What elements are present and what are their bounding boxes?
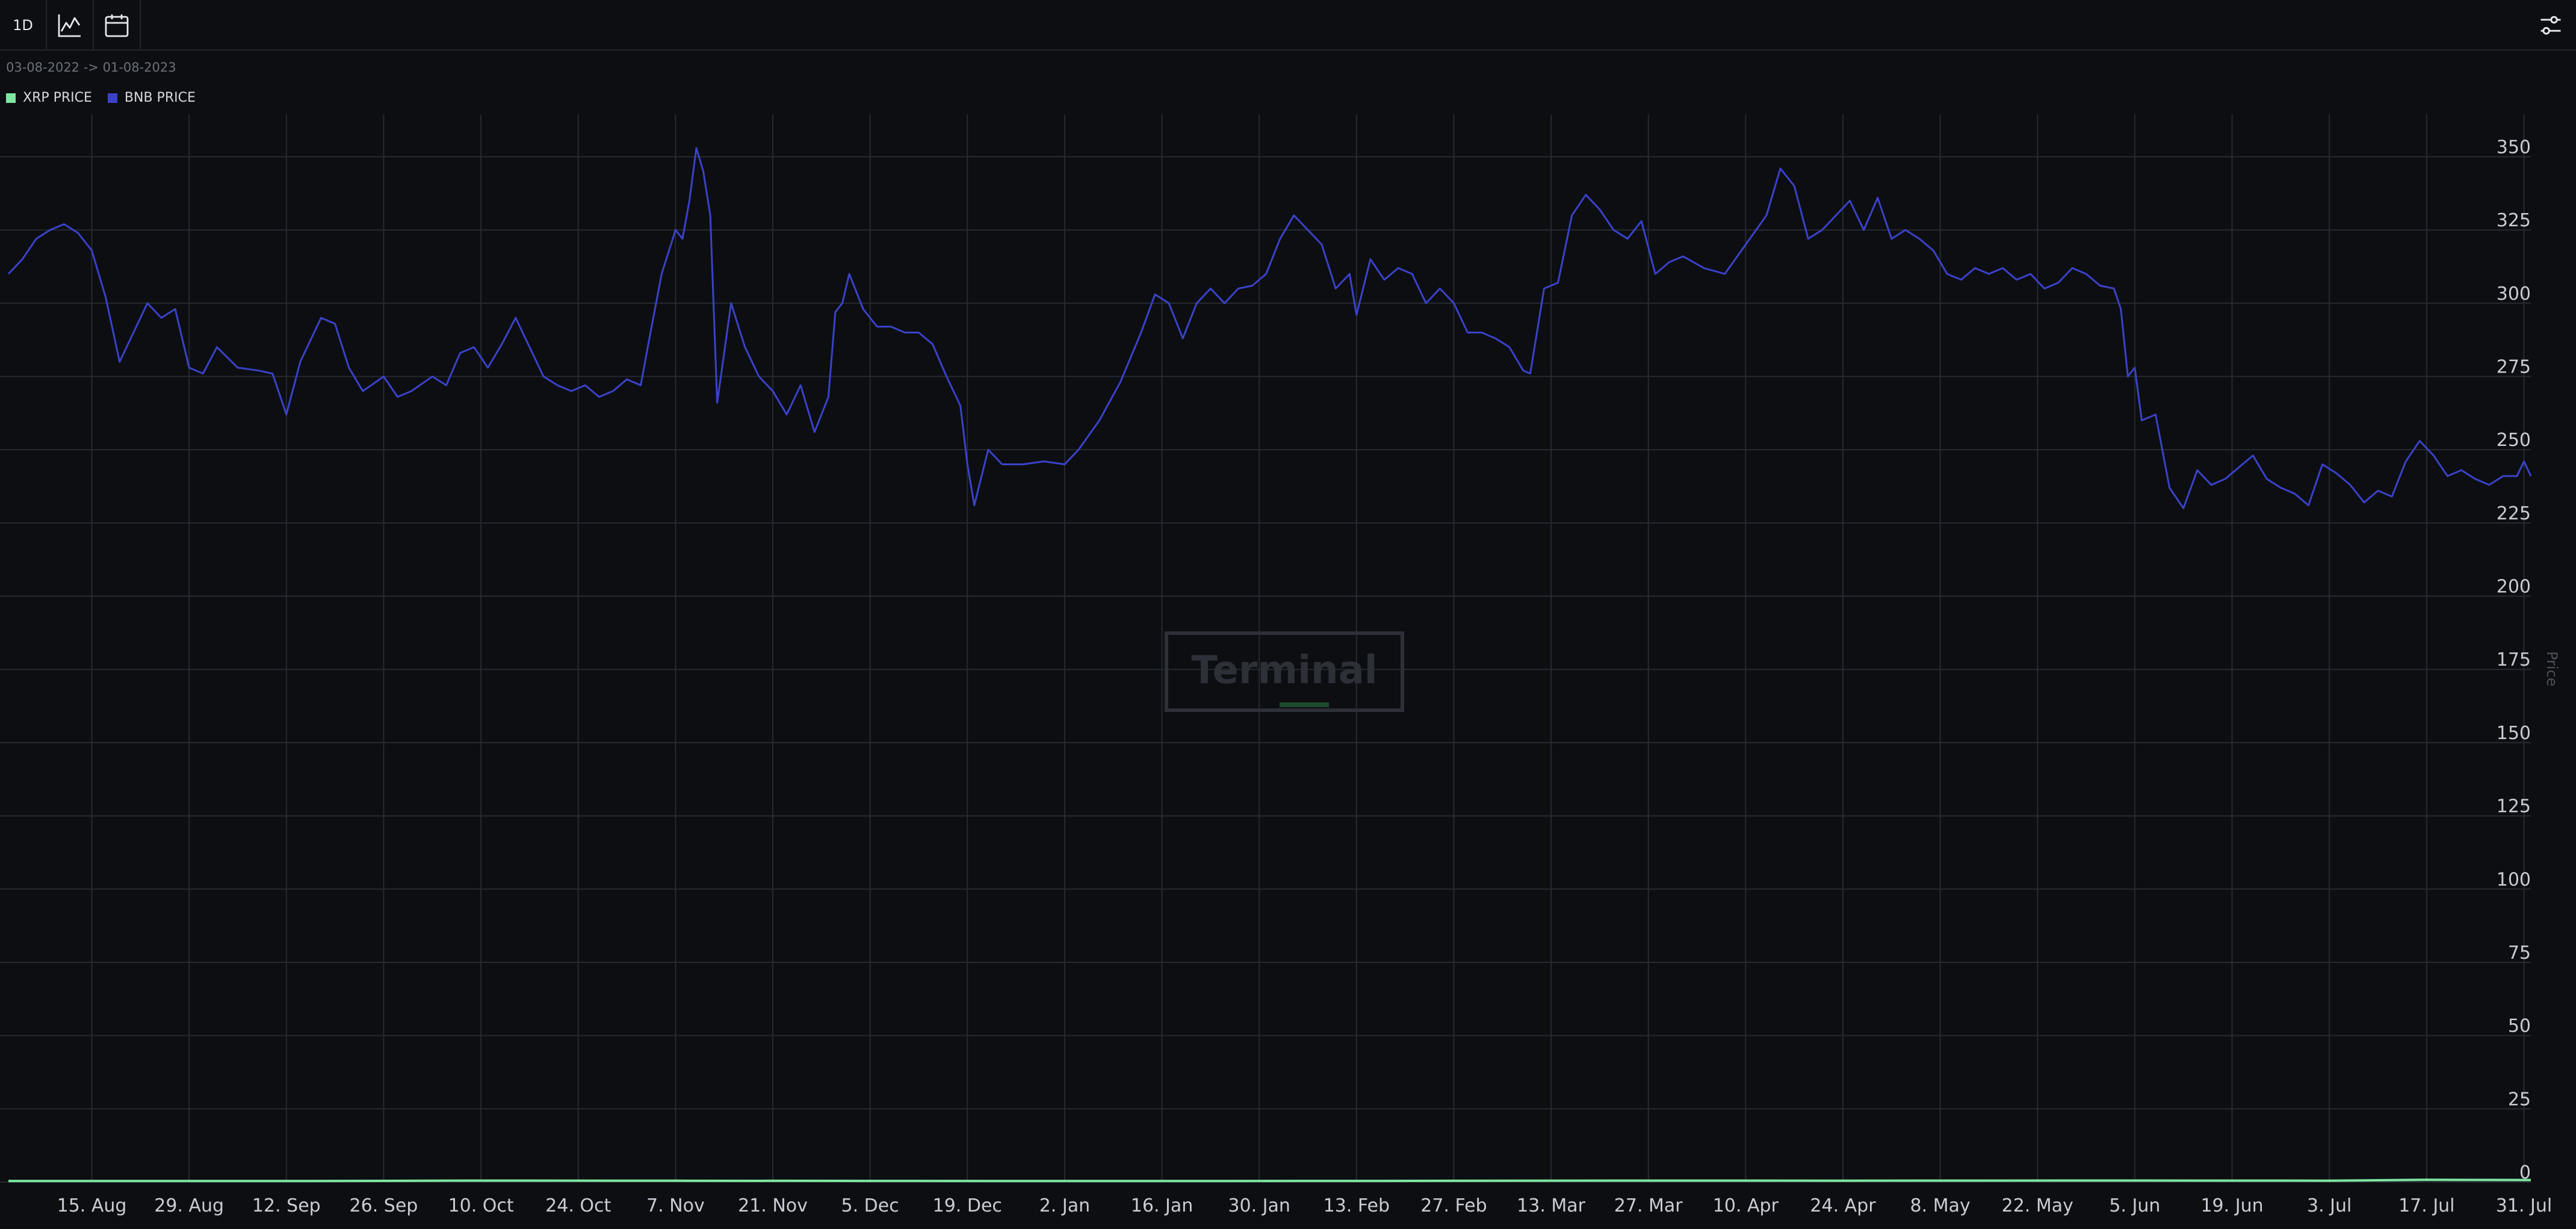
x-tick-label: 7. Nov [646,1195,705,1216]
x-tick-label: 21. Nov [738,1195,808,1216]
x-tick-label: 5. Dec [841,1195,899,1216]
y-tick-label: 175 [2497,649,2531,670]
chart-type-button[interactable] [47,0,94,51]
x-tick-label: 2. Jan [1039,1195,1090,1216]
legend-item-bnb[interactable]: BNB PRICE [107,90,196,105]
calendar-icon [105,14,129,37]
x-tick-label: 24. Apr [1810,1195,1876,1216]
y-tick-label: 225 [2497,503,2531,524]
y-tick-label: 100 [2497,869,2531,890]
x-tick-label: 8. May [1910,1195,1971,1216]
x-tick-label: 5. Jun [2109,1195,2160,1216]
x-tick-label: 22. May [2002,1195,2073,1216]
legend-swatch-xrp [6,93,16,103]
x-tick-label: 26. Sep [350,1195,418,1216]
y-tick-label: 150 [2497,723,2531,744]
date-range-button[interactable] [94,0,141,51]
x-tick-label: 13. Mar [1517,1195,1586,1216]
interval-label: 1D [13,17,33,34]
x-tick-label: 3. Jul [2307,1195,2352,1216]
y-axis-label: Price [2543,651,2560,687]
x-tick-label: 27. Mar [1614,1195,1683,1216]
x-tick-label: 15. Aug [57,1195,127,1216]
x-tick-label: 24. Oct [545,1195,611,1216]
line-chart-icon [58,14,81,37]
interval-button[interactable]: 1D [0,0,47,51]
y-tick-label: 50 [2508,1016,2531,1037]
sliders-icon [2540,16,2561,35]
legend-item-xrp[interactable]: XRP PRICE [6,90,92,105]
x-axis: 15. Aug 29. Aug 12. Sep 26. Sep 10. Oct 24. O… [57,1195,2553,1216]
y-tick-label: 350 [2497,137,2531,158]
chart-legend: XRP PRICE BNB PRICE [6,90,211,105]
watermark-text: Terminal [1191,648,1377,693]
x-tick-label: 30. Jan [1228,1195,1290,1216]
x-tick-label: 19. Dec [933,1195,1002,1216]
x-tick-label: 12. Sep [252,1195,321,1216]
x-tick-label: 19. Jun [2200,1195,2263,1216]
x-tick-label: 31. Jul [2496,1195,2552,1216]
y-tick-label: 325 [2497,210,2531,231]
x-tick-label: 13. Feb [1324,1195,1390,1216]
x-tick-label: 27. Feb [1420,1195,1487,1216]
date-range-label: 03-08-2022 -> 01-08-2023 [6,60,176,75]
settings-button[interactable] [2525,0,2576,51]
y-tick-label: 300 [2497,283,2531,305]
x-tick-label: 10. Oct [448,1195,514,1216]
y-tick-label: 25 [2508,1089,2531,1110]
x-tick-label: 16. Jan [1131,1195,1194,1216]
x-tick-label: 17. Jul [2398,1195,2454,1216]
xrp-price-line[interactable] [8,1178,2531,1183]
y-axis: 0 25 50 75 100 125 150 175 200 225 250 275 300 325 350 [2497,137,2531,1183]
legend-label-bnb: BNB PRICE [124,90,196,105]
watermark: Terminal [1165,631,1404,712]
watermark-accent [1280,702,1329,707]
x-tick-label: 29. Aug [154,1195,224,1216]
legend-swatch-bnb [107,93,117,103]
legend-label-xrp: XRP PRICE [23,90,92,105]
y-tick-label: 125 [2497,796,2531,817]
bnb-price-line[interactable] [7,147,2532,509]
y-tick-label: 250 [2497,430,2531,451]
x-tick-label: 10. Apr [1713,1195,1779,1216]
y-tick-label: 275 [2497,356,2531,377]
chart-toolbar: 1D [0,0,2576,51]
y-tick-label: 75 [2508,943,2531,964]
y-tick-label: 0 [2519,1162,2531,1183]
y-tick-label: 200 [2497,577,2531,598]
price-chart[interactable]: Terminal 0 25 50 75 100 125 150 175 200 225 250 275… [0,114,2576,1229]
